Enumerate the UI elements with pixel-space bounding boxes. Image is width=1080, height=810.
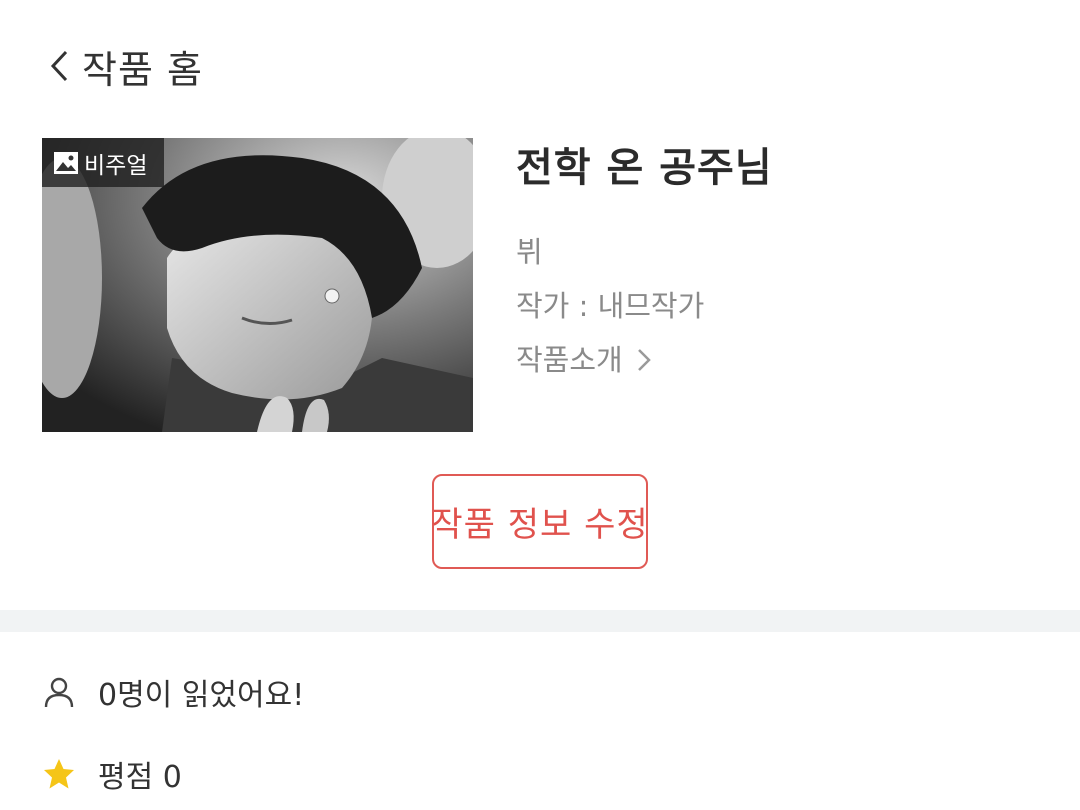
star-icon (44, 759, 74, 789)
person-icon (44, 677, 74, 708)
chevron-right-icon (637, 349, 651, 371)
intro-link[interactable]: 작품소개 (516, 340, 653, 380)
rating-text: 평점 0 (98, 760, 182, 795)
section-divider (0, 610, 1080, 632)
work-title: 전학 온 공주님 (516, 145, 773, 191)
author-label: 작가 : 내므작가 (516, 289, 705, 323)
header: 작품 홈 (0, 0, 1080, 130)
work-info: 전학 온 공주님 뷔 작가 : 내므작가 작품소개 (516, 140, 773, 377)
visual-badge: 비주얼 (42, 138, 164, 187)
page-title: 작품 홈 (82, 47, 203, 92)
back-button[interactable]: 작품 홈 (44, 38, 203, 94)
image-icon (54, 151, 78, 174)
chevron-left-icon (50, 50, 68, 82)
cover-image[interactable]: 비주얼 (42, 138, 473, 432)
edit-work-info-button[interactable]: 작품 정보 수정 (431, 474, 648, 569)
genre-label: 뷔 (516, 235, 543, 269)
intro-label: 작품소개 (516, 343, 623, 377)
readers-text: 0명이 읽었어요! (98, 678, 305, 713)
visual-badge-label: 비주얼 (84, 152, 148, 179)
readers-stat: 0명이 읽었어요! (42, 670, 304, 714)
rating-stat: 평점 0 (42, 752, 182, 796)
